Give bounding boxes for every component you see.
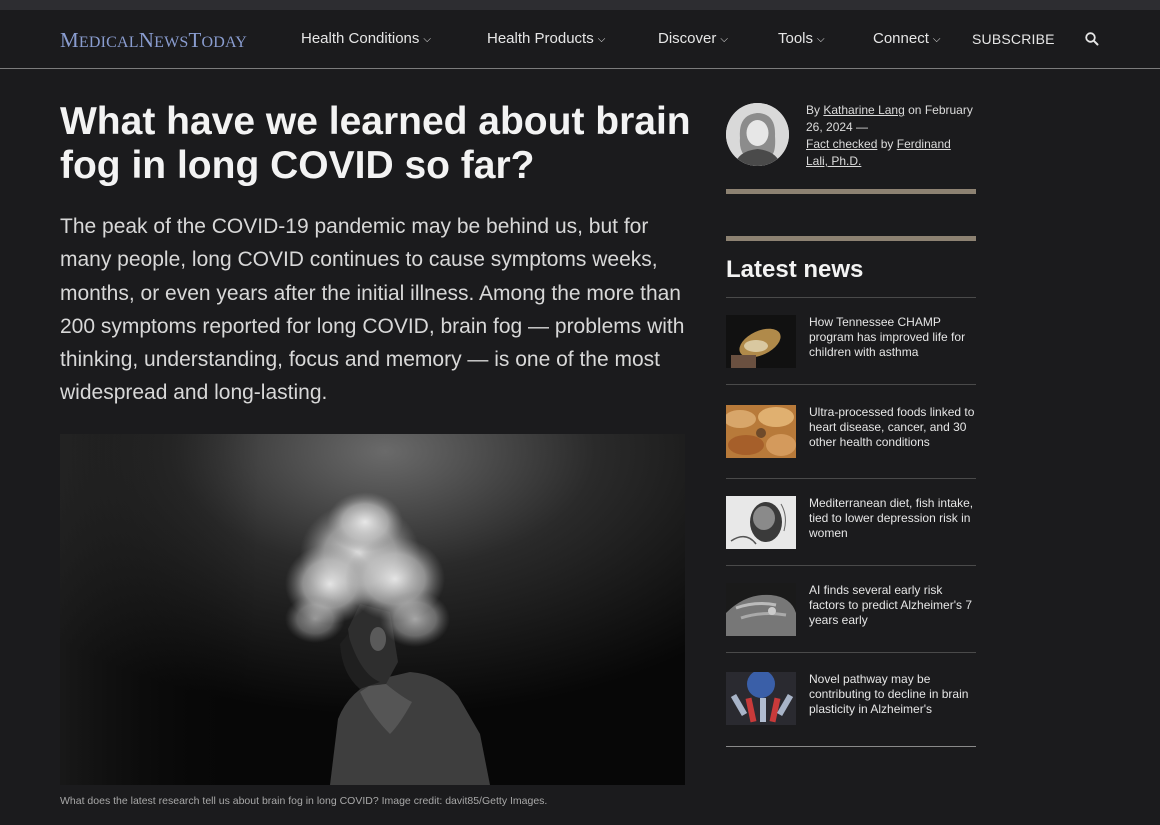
fact-checked-link[interactable]: Fact checked [806, 137, 877, 151]
nav-connect[interactable]: Connect ⌵ [873, 30, 940, 47]
news-thumbnail [726, 405, 796, 458]
search-icon[interactable] [1084, 31, 1100, 47]
nav-discover[interactable]: Discover ⌵ [658, 30, 728, 47]
chevron-down-icon: ⌵ [423, 34, 431, 45]
author-avatar[interactable] [726, 103, 789, 166]
chevron-down-icon: ⌵ [932, 34, 941, 45]
news-headline: AI finds several early risk factors to p… [809, 583, 973, 627]
news-thumbnail [726, 672, 796, 725]
news-headline: Ultra-processed foods linked to heart di… [809, 405, 975, 449]
news-headline: Mediterranean diet, fish intake, tied to… [809, 496, 974, 540]
nav-tools[interactable]: Tools ⌵ [778, 30, 825, 47]
browser-top-strip [0, 0, 1160, 10]
divider [726, 384, 976, 385]
subscribe-link[interactable]: SUBSCRIBE [972, 31, 1055, 47]
divider [726, 297, 976, 298]
image-caption: What does the latest research tell us ab… [60, 795, 548, 807]
article-byline: By Katharine Lang on February 26, 2024 —… [806, 103, 973, 168]
chevron-down-icon: ⌵ [597, 34, 606, 45]
news-headline: How Tennessee CHAMP program has improved… [809, 315, 966, 359]
divider [726, 746, 976, 747]
divider [726, 565, 976, 566]
news-thumbnail [726, 583, 796, 636]
chevron-down-icon: ⌵ [720, 34, 728, 45]
latest-news-heading: Latest news [726, 256, 864, 283]
hero-image [60, 434, 685, 785]
sidebar-divider-bar [726, 189, 976, 194]
nav-health-products[interactable]: Health Products ⌵ [487, 30, 605, 47]
news-thumbnail [726, 496, 796, 549]
nav-health-conditions[interactable]: Health Conditions ⌵ [301, 30, 431, 47]
site-header: MEDICALNEWSTODAY Health Conditions ⌵ Heal… [0, 10, 1160, 69]
article-title: What have we learned about brain fog in … [60, 100, 691, 187]
article-lede: The peak of the COVID-19 pandemic may be… [60, 215, 685, 405]
divider [726, 478, 976, 479]
author-link[interactable]: Katharine Lang [823, 103, 904, 117]
divider [726, 652, 976, 653]
site-logo[interactable]: MEDICALNEWSTODAY [60, 28, 247, 53]
news-headline: Novel pathway may be contributing to dec… [809, 672, 969, 716]
sidebar-divider-bar [726, 236, 976, 241]
news-thumbnail [726, 315, 796, 368]
chevron-down-icon: ⌵ [817, 34, 825, 45]
